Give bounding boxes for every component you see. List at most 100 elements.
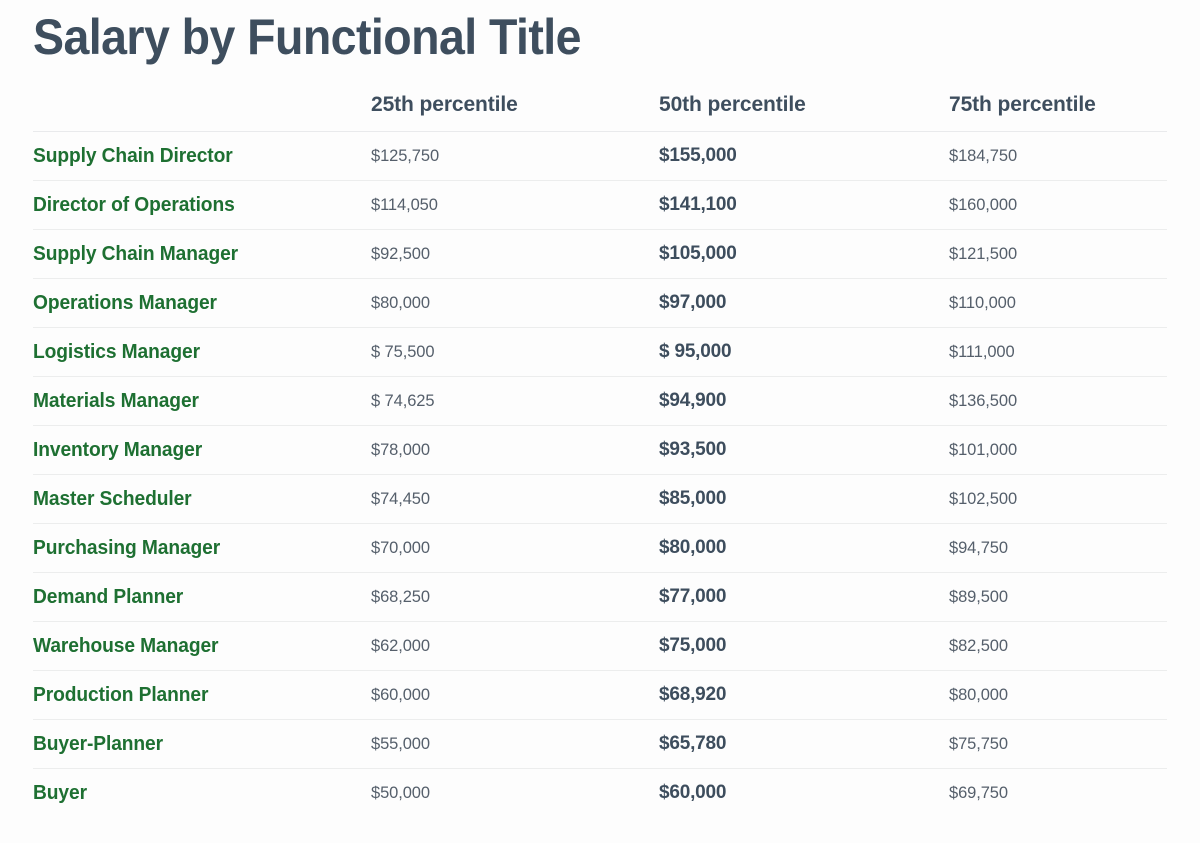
row-p75-value: $82,500	[949, 636, 1008, 655]
row-p25-value: $50,000	[371, 783, 430, 802]
row-job-title: Logistics Manager	[33, 340, 200, 363]
table-row: Demand Planner $68,250 $77,000 $89,500	[33, 572, 1167, 622]
row-job-title: Warehouse Manager	[33, 634, 219, 657]
row-p25-value-cell: $60,000	[371, 670, 659, 720]
row-p25-value: $62,000	[371, 636, 430, 655]
salary-table: 25th percentile 50th percentile 75th per…	[33, 93, 1167, 817]
row-p50-value-cell: $65,780	[659, 719, 949, 769]
row-p50-value: $77,000	[659, 586, 727, 607]
row-job-title-cell: Production Planner	[33, 670, 371, 720]
table-row: Supply Chain Manager $92,500 $105,000 $121,…	[33, 229, 1167, 279]
row-p75-value: $89,500	[949, 587, 1008, 606]
table-row: Logistics Manager $ 75,500 $ 95,000 $111,00…	[33, 327, 1167, 377]
row-p25-value-cell: $70,000	[371, 523, 659, 573]
row-p50-value-cell: $94,900	[659, 376, 949, 426]
row-p25-value: $74,450	[371, 489, 430, 508]
row-job-title: Production Planner	[33, 683, 209, 706]
row-p50-value: $94,900	[659, 390, 727, 411]
row-p50-value-cell: $77,000	[659, 572, 949, 622]
column-header-title	[33, 93, 371, 132]
row-p25-value-cell: $114,050	[371, 180, 659, 230]
row-job-title-cell: Buyer	[33, 769, 371, 818]
row-p25-value: $ 74,625	[371, 391, 435, 410]
row-p75-value: $102,500	[949, 489, 1018, 508]
row-job-title: Inventory Manager	[33, 438, 203, 461]
table-row: Purchasing Manager $70,000 $80,000 $94,750	[33, 523, 1167, 573]
row-p50-value: $65,780	[659, 733, 727, 754]
row-p50-value-cell: $75,000	[659, 621, 949, 671]
row-p25-value: $ 75,500	[371, 342, 435, 361]
column-header-p50: 50th percentile	[659, 93, 949, 132]
row-job-title: Operations Manager	[33, 291, 217, 314]
row-job-title-cell: Buyer-Planner	[33, 719, 371, 769]
table-row: Supply Chain Director $125,750 $155,000 $18…	[33, 131, 1167, 181]
table-row: Master Scheduler $74,450 $85,000 $102,500	[33, 474, 1167, 524]
row-p25-value: $125,750	[371, 146, 440, 165]
row-p75-value-cell: $184,750	[949, 131, 1167, 181]
row-p50-value-cell: $68,920	[659, 670, 949, 720]
row-job-title-cell: Director of Operations	[33, 180, 371, 230]
row-p75-value-cell: $101,000	[949, 425, 1167, 475]
row-job-title: Purchasing Manager	[33, 536, 221, 559]
row-p75-value-cell: $121,500	[949, 229, 1167, 279]
row-p25-value: $78,000	[371, 440, 430, 459]
table-row: Buyer $50,000 $60,000 $69,750	[33, 769, 1167, 818]
row-p50-value-cell: $155,000	[659, 131, 949, 181]
table-header: 25th percentile 50th percentile 75th per…	[33, 93, 1167, 132]
row-p75-value: $94,750	[949, 538, 1008, 557]
row-p25-value: $68,250	[371, 587, 430, 606]
row-job-title-cell: Demand Planner	[33, 572, 371, 622]
row-p75-value-cell: $111,000	[949, 327, 1167, 377]
row-job-title-cell: Logistics Manager	[33, 327, 371, 377]
row-p50-value: $85,000	[659, 488, 727, 509]
row-p50-value: $68,920	[659, 684, 727, 705]
row-p25-value-cell: $ 75,500	[371, 327, 659, 377]
row-p75-value: $75,750	[949, 734, 1008, 753]
row-p50-value-cell: $60,000	[659, 769, 949, 818]
row-p75-value-cell: $102,500	[949, 474, 1167, 524]
row-p75-value-cell: $80,000	[949, 670, 1167, 720]
row-p75-value: $184,750	[949, 146, 1018, 165]
row-p50-value: $155,000	[659, 145, 737, 166]
row-p75-value: $160,000	[949, 195, 1018, 214]
row-p50-value-cell: $105,000	[659, 229, 949, 279]
row-job-title-cell: Supply Chain Manager	[33, 229, 371, 279]
table-row: Materials Manager $ 74,625 $94,900 $136,500	[33, 376, 1167, 426]
row-job-title-cell: Supply Chain Director	[33, 131, 371, 181]
row-p75-value: $111,000	[949, 342, 1015, 361]
row-job-title: Materials Manager	[33, 389, 199, 412]
row-job-title: Director of Operations	[33, 193, 235, 216]
row-job-title: Supply Chain Manager	[33, 242, 239, 265]
row-p75-value-cell: $94,750	[949, 523, 1167, 573]
row-p75-value-cell: $89,500	[949, 572, 1167, 622]
table-row: Buyer-Planner $55,000 $65,780 $75,750	[33, 719, 1167, 769]
salary-table-page: Salary by Functional Title 25th percenti…	[0, 0, 1200, 843]
row-p25-value-cell: $74,450	[371, 474, 659, 524]
row-p75-value-cell: $110,000	[949, 278, 1167, 328]
row-job-title: Buyer	[33, 781, 87, 804]
table-row: Inventory Manager $78,000 $93,500 $101,000	[33, 425, 1167, 475]
row-job-title-cell: Operations Manager	[33, 278, 371, 328]
row-p25-value: $114,050	[371, 195, 438, 214]
row-p50-value-cell: $85,000	[659, 474, 949, 524]
row-p25-value-cell: $ 74,625	[371, 376, 659, 426]
table-row: Operations Manager $80,000 $97,000 $110,000	[33, 278, 1167, 328]
row-p25-value-cell: $62,000	[371, 621, 659, 671]
row-p25-value: $55,000	[371, 734, 430, 753]
row-p75-value: $69,750	[949, 783, 1008, 802]
row-p50-value: $80,000	[659, 537, 727, 558]
row-p75-value-cell: $69,750	[949, 769, 1167, 818]
row-p50-value: $60,000	[659, 782, 727, 803]
row-p25-value-cell: $78,000	[371, 425, 659, 475]
row-p75-value-cell: $75,750	[949, 719, 1167, 769]
row-p75-value-cell: $82,500	[949, 621, 1167, 671]
row-p75-value: $110,000	[949, 293, 1016, 312]
row-p25-value-cell: $68,250	[371, 572, 659, 622]
row-p25-value: $92,500	[371, 244, 430, 263]
row-p50-value-cell: $97,000	[659, 278, 949, 328]
table-body: Supply Chain Director $125,750 $155,000 $18…	[33, 131, 1167, 818]
row-job-title: Supply Chain Director	[33, 144, 233, 167]
row-job-title-cell: Warehouse Manager	[33, 621, 371, 671]
row-p25-value-cell: $80,000	[371, 278, 659, 328]
row-p50-value-cell: $80,000	[659, 523, 949, 573]
